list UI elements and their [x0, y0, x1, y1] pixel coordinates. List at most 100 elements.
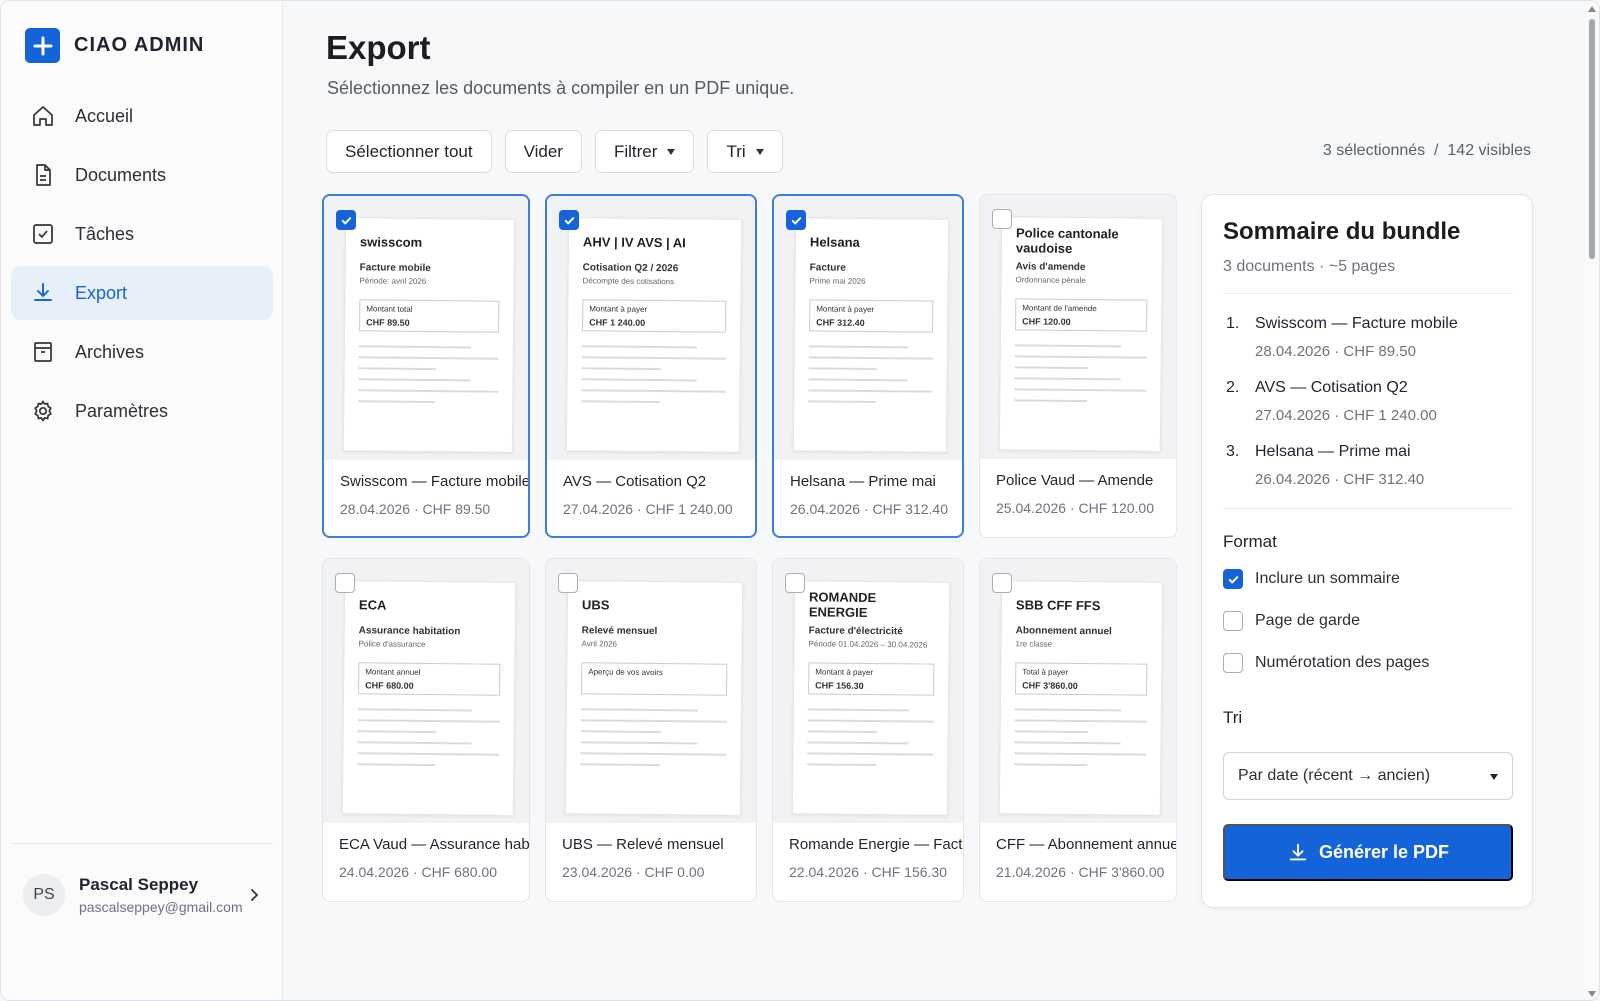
document-thumbnail[interactable]: Helsana Facture Prime mai 2026 Montant à pa…	[774, 196, 962, 460]
check-icon	[564, 216, 574, 224]
option-label: Inclure un sommaire	[1255, 570, 1400, 587]
check-icon	[791, 216, 801, 224]
card-meta: 27.04.2026 · CHF 1 240.00	[563, 501, 733, 517]
document-amount-box: Montant de l'amende CHF 120.00	[1015, 298, 1148, 332]
checkbox-unchecked[interactable]	[992, 209, 1012, 229]
amount-value: CHF 3'860.00	[1022, 680, 1078, 691]
sidebar-item-accueil[interactable]: Accueil	[11, 89, 273, 143]
checkbox-unchecked[interactable]	[1223, 611, 1243, 631]
checkbox-unchecked[interactable]	[335, 573, 355, 593]
card-title: Romande Energie — Facture	[789, 836, 963, 853]
filter-dropdown[interactable]: Filtrer	[594, 130, 695, 173]
document-text-lines	[808, 345, 933, 404]
document-thumbnail[interactable]: ECA Assurance habitation Police d'assuranc…	[323, 559, 529, 823]
sidebar-item-export[interactable]: Export	[11, 266, 273, 320]
item-name: Swisscom — Facture mobile	[1255, 315, 1458, 332]
document-card[interactable]: ECA Assurance habitation Police d'assuranc…	[322, 558, 530, 902]
checkbox-checked[interactable]	[559, 210, 579, 230]
item-number: 2.	[1226, 379, 1240, 396]
document-text-lines	[581, 345, 726, 404]
amount-label: Montant à payer	[815, 667, 874, 678]
document-heading: Facture mobile	[359, 262, 431, 275]
document-amount-box: Aperçu de vos avoirs	[581, 662, 728, 696]
sidebar-item-label: Documents	[75, 164, 167, 185]
clear-label: Vider	[523, 141, 563, 161]
document-thumbnail[interactable]: SBB CFF FFS Abonnement annuel 1re classe To…	[980, 559, 1176, 823]
document-subheading: Ordonnance pénale	[1015, 275, 1086, 286]
sidebar-item-label: Tâches	[75, 223, 135, 244]
card-title: Helsana — Prime mai	[790, 473, 936, 490]
checkbox-checked[interactable]	[1223, 569, 1243, 589]
amount-value: CHF 1 240.00	[589, 317, 646, 328]
document-text-lines	[1014, 344, 1147, 403]
scroll-down-icon[interactable]	[1588, 991, 1596, 997]
amount-value: CHF 120.00	[1022, 316, 1071, 327]
sidebar-item-archives[interactable]: Archives	[11, 325, 273, 379]
checkbox-unchecked[interactable]	[785, 573, 805, 593]
document-preview: UBS Relevé mensuel Avril 2026 Aperçu de vos…	[564, 580, 744, 816]
document-thumbnail[interactable]: Police cantonale vaudoise Avis d'amende Or…	[980, 195, 1176, 459]
card-meta: 26.04.2026 · CHF 312.40	[790, 501, 948, 517]
option-page-numbering[interactable]: Numérotation des pages	[1223, 653, 1429, 673]
sort-dropdown[interactable]: Tri	[707, 130, 783, 173]
summary-divider	[1223, 508, 1513, 509]
check-icon	[1228, 575, 1238, 583]
select-all-button[interactable]: Sélectionner tout	[326, 130, 492, 173]
checkbox-unchecked[interactable]	[558, 573, 578, 593]
document-card[interactable]: AHV | IV AVS | AI Cotisation Q2 / 2026 Déc…	[545, 194, 757, 538]
document-card[interactable]: Police cantonale vaudoise Avis d'amende Or…	[979, 194, 1177, 538]
amount-label: Aperçu de vos avoirs	[588, 667, 664, 678]
sidebar-divider	[11, 843, 273, 844]
document-thumbnail[interactable]: ROMANDE ENERGIE Facture d'électricité Péri…	[773, 559, 963, 823]
option-include-summary[interactable]: Inclure un sommaire	[1223, 569, 1400, 589]
user-profile[interactable]: PS Pascal Seppey pascalseppey@gmail.com	[23, 874, 271, 916]
document-card[interactable]: Helsana Facture Prime mai 2026 Montant à pa…	[772, 194, 964, 538]
scroll-up-icon[interactable]	[1588, 6, 1596, 12]
document-card[interactable]: ROMANDE ENERGIE Facture d'électricité Péri…	[772, 558, 964, 902]
document-preview: AHV | IV AVS | AI Cotisation Q2 / 2026 Déc…	[565, 217, 743, 453]
document-card[interactable]: UBS Relevé mensuel Avril 2026 Aperçu de vos…	[545, 558, 757, 902]
summary-title: Sommaire du bundle	[1223, 218, 1461, 245]
brand[interactable]: CIAO ADMIN	[25, 28, 204, 63]
document-heading: Facture d'électricité	[808, 625, 903, 638]
sidebar-item-parametres[interactable]: Paramètres	[11, 384, 273, 438]
checkbox-checked[interactable]	[336, 210, 356, 230]
checkbox-checked[interactable]	[786, 210, 806, 230]
item-meta: 27.04.2026 · CHF 1 240.00	[1255, 407, 1437, 424]
document-thumbnail[interactable]: swisscom Facture mobile Période: avril 202…	[324, 196, 528, 460]
document-amount-box: Montant total CHF 89.50	[359, 299, 500, 333]
generate-pdf-button[interactable]: Générer le PDF	[1223, 824, 1513, 881]
sort-select[interactable]: Par date (récent → ancien)	[1223, 752, 1513, 800]
scrollbar-thumb[interactable]	[1589, 19, 1595, 259]
document-preview: swisscom Facture mobile Période: avril 202…	[342, 217, 516, 453]
card-title: AVS — Cotisation Q2	[563, 473, 707, 490]
document-card[interactable]: swisscom Facture mobile Période: avril 202…	[322, 194, 530, 538]
document-card[interactable]: SBB CFF FFS Abonnement annuel 1re classe To…	[979, 558, 1177, 902]
scrollbar[interactable]	[1585, 1, 1599, 1000]
document-thumbnail[interactable]: AHV | IV AVS | AI Cotisation Q2 / 2026 Déc…	[547, 196, 755, 460]
card-title: CFF — Abonnement annuel	[996, 836, 1177, 853]
card-meta: 21.04.2026 · CHF 3'860.00	[996, 864, 1165, 880]
clear-button[interactable]: Vider	[504, 130, 582, 173]
user-name: Pascal Seppey	[79, 875, 199, 894]
amount-label: Montant à payer	[589, 304, 648, 314]
summary-divider	[1223, 293, 1513, 294]
brand-name: CIAO ADMIN	[74, 34, 205, 56]
document-logo: swisscom	[359, 233, 423, 250]
download-icon	[1289, 843, 1307, 860]
chevron-right-icon[interactable]	[245, 886, 263, 904]
sidebar-item-label: Archives	[75, 341, 145, 362]
document-preview: ECA Assurance habitation Police d'assuranc…	[341, 580, 517, 816]
option-cover-page[interactable]: Page de garde	[1223, 611, 1360, 631]
option-label: Page de garde	[1255, 612, 1360, 629]
document-subheading: Décompte des cotisations	[582, 276, 675, 287]
download-icon	[31, 281, 55, 305]
sidebar-item-taches[interactable]: Tâches	[11, 207, 273, 261]
checkbox-unchecked[interactable]	[1223, 653, 1243, 673]
document-thumbnail[interactable]: UBS Relevé mensuel Avril 2026 Aperçu de vos…	[546, 559, 756, 823]
checkbox-unchecked[interactable]	[992, 573, 1012, 593]
sidebar-item-documents[interactable]: Documents	[11, 148, 273, 202]
document-preview: ROMANDE ENERGIE Facture d'électricité Péri…	[791, 580, 951, 816]
amount-value: CHF 312.40	[816, 317, 865, 328]
summary-subtitle: 3 documents · ~5 pages	[1223, 258, 1396, 275]
